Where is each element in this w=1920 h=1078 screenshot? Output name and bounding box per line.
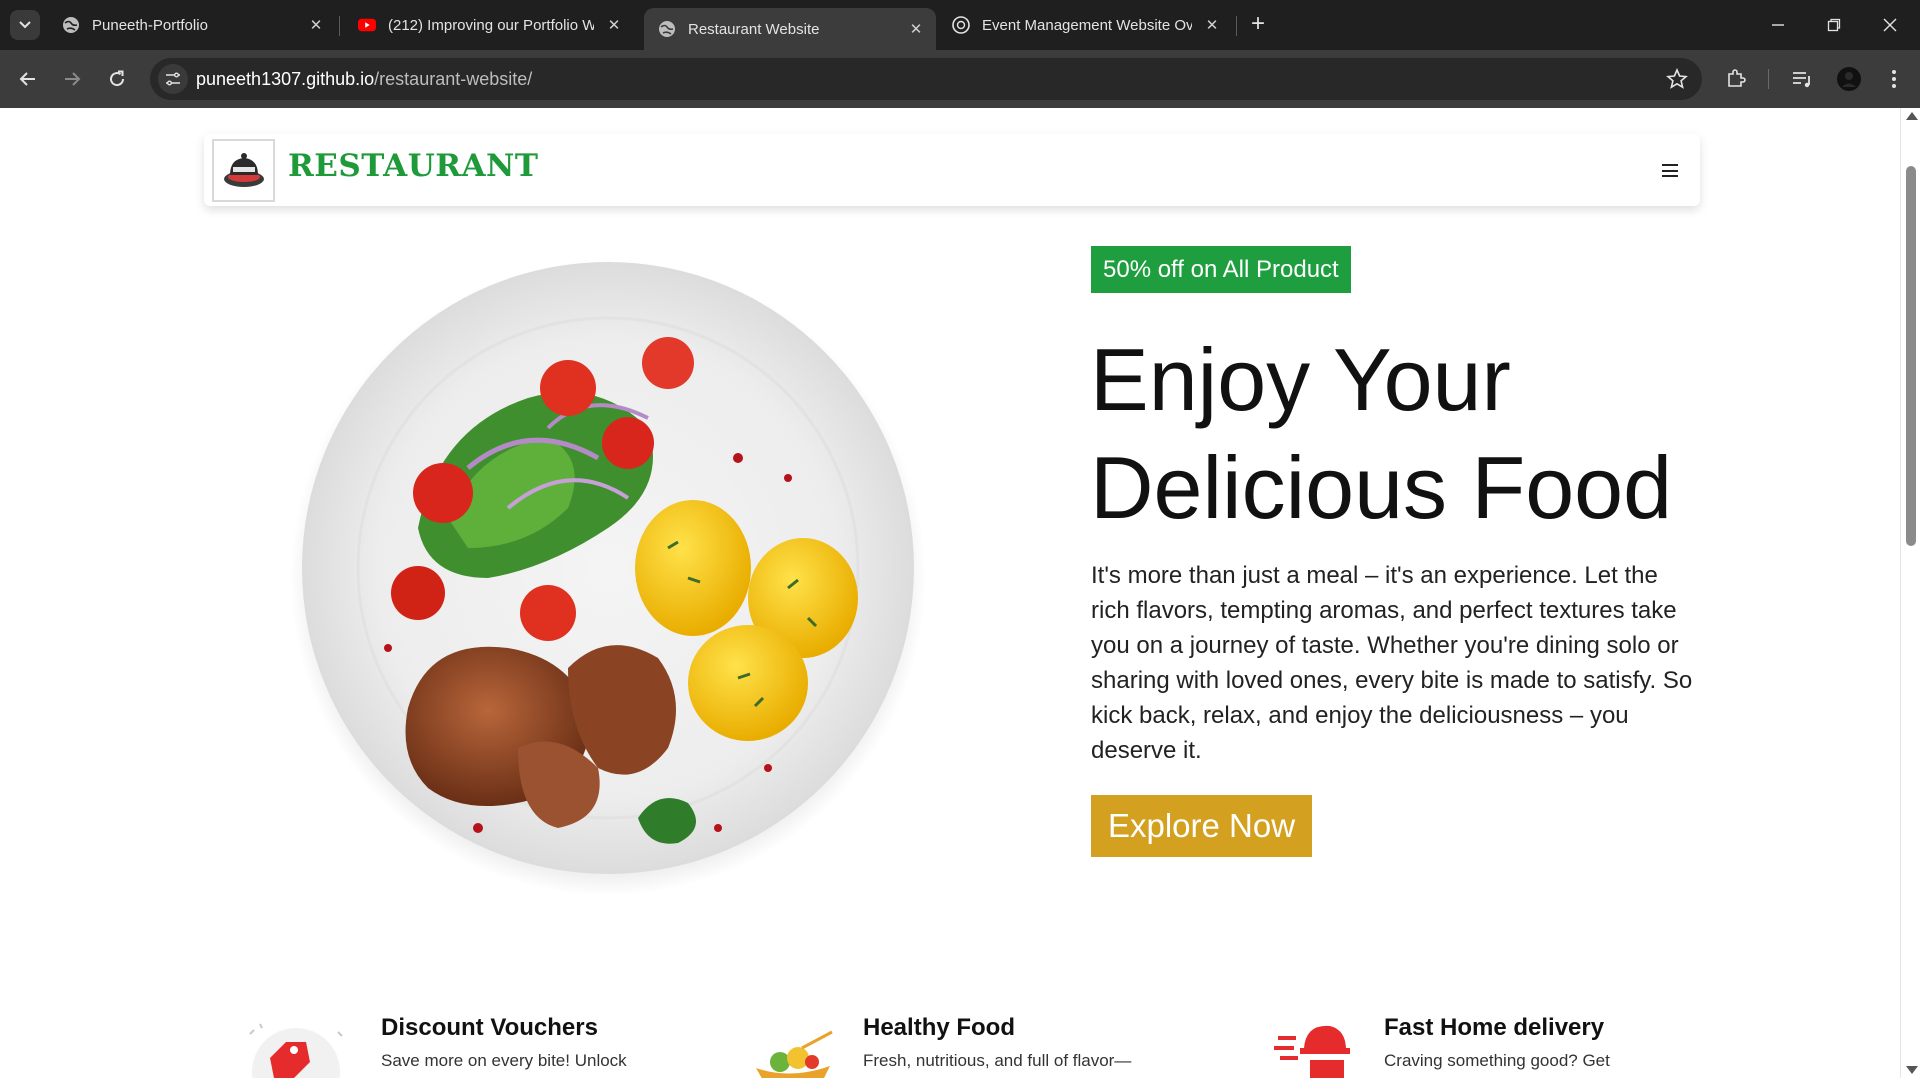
- hero-title: Enjoy Your Delicious Food: [1090, 326, 1710, 542]
- page-scrollbar[interactable]: [1900, 108, 1920, 1078]
- forward-button[interactable]: [56, 63, 88, 95]
- extensions-button[interactable]: [1722, 65, 1750, 93]
- feature-description: Save more on every bite! Unlock: [381, 1051, 627, 1070]
- tab-search-button[interactable]: [10, 10, 40, 40]
- url-path: /restaurant-website/: [374, 69, 533, 89]
- tab-event-management[interactable]: Event Management Website Ov ✕: [938, 8, 1232, 42]
- tab-separator: [1236, 16, 1237, 36]
- hamburger-icon-bar: [1662, 169, 1678, 172]
- minimize-button[interactable]: [1750, 0, 1806, 50]
- url-text[interactable]: puneeth1307.github.io/restaurant-website…: [196, 69, 532, 90]
- tune-icon: [166, 72, 180, 86]
- restaurant-logo[interactable]: [212, 139, 275, 202]
- feature-healthy-food: Healthy Food Fresh, nutritious, and full…: [750, 1014, 1200, 1078]
- playlist-icon: [1793, 72, 1810, 88]
- tab-title: Restaurant Website: [688, 20, 820, 38]
- new-tab-button[interactable]: +: [1245, 12, 1271, 38]
- tab-title: (212) Improving our Portfolio W: [388, 16, 594, 34]
- back-button[interactable]: [12, 63, 44, 95]
- hamburger-icon-bar: [1662, 175, 1678, 177]
- feature-description: Craving something good? Get: [1384, 1051, 1610, 1070]
- voucher-icon: [249, 1023, 343, 1078]
- avatar-icon: [1837, 67, 1861, 91]
- tab-puneeth-portfolio[interactable]: Puneeth-Portfolio ✕: [48, 8, 336, 42]
- brand-name[interactable]: RESTAURANT: [288, 148, 538, 184]
- site-navbar: RESTAURANT: [204, 134, 1700, 206]
- globe-icon: [62, 16, 80, 34]
- chatgpt-icon: [952, 16, 970, 34]
- close-icon[interactable]: ✕: [1202, 15, 1222, 35]
- scroll-up-arrow-icon[interactable]: [1906, 112, 1918, 120]
- restore-button[interactable]: [1806, 0, 1862, 50]
- feature-fast-home-delivery: Fast Home delivery Craving something goo…: [1270, 1014, 1700, 1078]
- close-icon[interactable]: ✕: [306, 15, 326, 35]
- close-icon[interactable]: ✕: [604, 15, 624, 35]
- browser-toolbar: puneeth1307.github.io/restaurant-website…: [0, 50, 1920, 108]
- star-icon: [1666, 67, 1688, 89]
- page-viewport: RESTAURANT 50% off on All Product Enjoy …: [0, 108, 1900, 1078]
- salad-icon: [756, 1030, 833, 1078]
- explore-now-button[interactable]: Explore Now: [1091, 795, 1312, 857]
- scrollbar-thumb[interactable]: [1906, 166, 1916, 546]
- bookmark-star-button[interactable]: [1666, 67, 1688, 90]
- browser-tab-strip: Puneeth-Portfolio ✕ (212) Improving our …: [0, 0, 1920, 50]
- minimize-icon: [1772, 24, 1784, 26]
- close-icon[interactable]: ✕: [906, 19, 926, 39]
- tab-restaurant-website[interactable]: Restaurant Website ✕: [644, 8, 936, 50]
- scroll-down-arrow-icon[interactable]: [1906, 1066, 1918, 1074]
- reload-button[interactable]: [101, 63, 133, 95]
- url-host: puneeth1307.github.io: [196, 69, 375, 89]
- hero-food-plate-image: [290, 260, 926, 896]
- close-window-button[interactable]: [1862, 0, 1918, 50]
- feature-title: Discount Vouchers: [381, 1014, 598, 1041]
- tab-youtube[interactable]: (212) Improving our Portfolio W ✕: [344, 8, 634, 42]
- menu-toggle-button[interactable]: [1662, 164, 1678, 177]
- puzzle-icon: [1728, 69, 1746, 87]
- media-control-button[interactable]: [1788, 65, 1816, 93]
- restore-icon: [1827, 18, 1841, 32]
- reload-icon: [110, 70, 125, 87]
- more-vertical-icon: [1892, 70, 1896, 88]
- profile-avatar[interactable]: [1835, 65, 1863, 93]
- promo-badge: 50% off on All Product: [1091, 246, 1351, 293]
- feature-discount-vouchers: Discount Vouchers Save more on every bit…: [230, 1014, 690, 1078]
- hero-description: It's more than just a meal – it's an exp…: [1091, 562, 1693, 764]
- arrow-left-icon: [19, 72, 35, 86]
- feature-title: Healthy Food: [863, 1014, 1016, 1041]
- toolbar-separator: [1768, 69, 1769, 89]
- close-icon: [1883, 18, 1897, 32]
- arrow-right-icon: [65, 72, 81, 86]
- tab-separator: [339, 16, 340, 36]
- tab-title: Event Management Website Ov: [982, 16, 1192, 34]
- hamburger-icon-bar: [1662, 164, 1678, 166]
- hero-title-line2: Delicious Food: [1090, 438, 1673, 537]
- chevron-down-icon: [19, 21, 31, 29]
- feature-description: Fresh, nutritious, and full of flavor—: [863, 1051, 1132, 1070]
- globe-icon: [658, 20, 676, 38]
- feature-title: Fast Home delivery: [1384, 1014, 1605, 1041]
- site-info-button[interactable]: [158, 64, 188, 94]
- address-bar[interactable]: puneeth1307.github.io/restaurant-website…: [150, 58, 1702, 100]
- chef-hat-logo-icon: [223, 152, 264, 187]
- youtube-icon: [358, 16, 376, 34]
- tab-title: Puneeth-Portfolio: [92, 16, 208, 34]
- delivery-icon: [1274, 1025, 1350, 1078]
- browser-menu-button[interactable]: [1880, 65, 1908, 93]
- hero-title-line1: Enjoy Your: [1090, 330, 1511, 429]
